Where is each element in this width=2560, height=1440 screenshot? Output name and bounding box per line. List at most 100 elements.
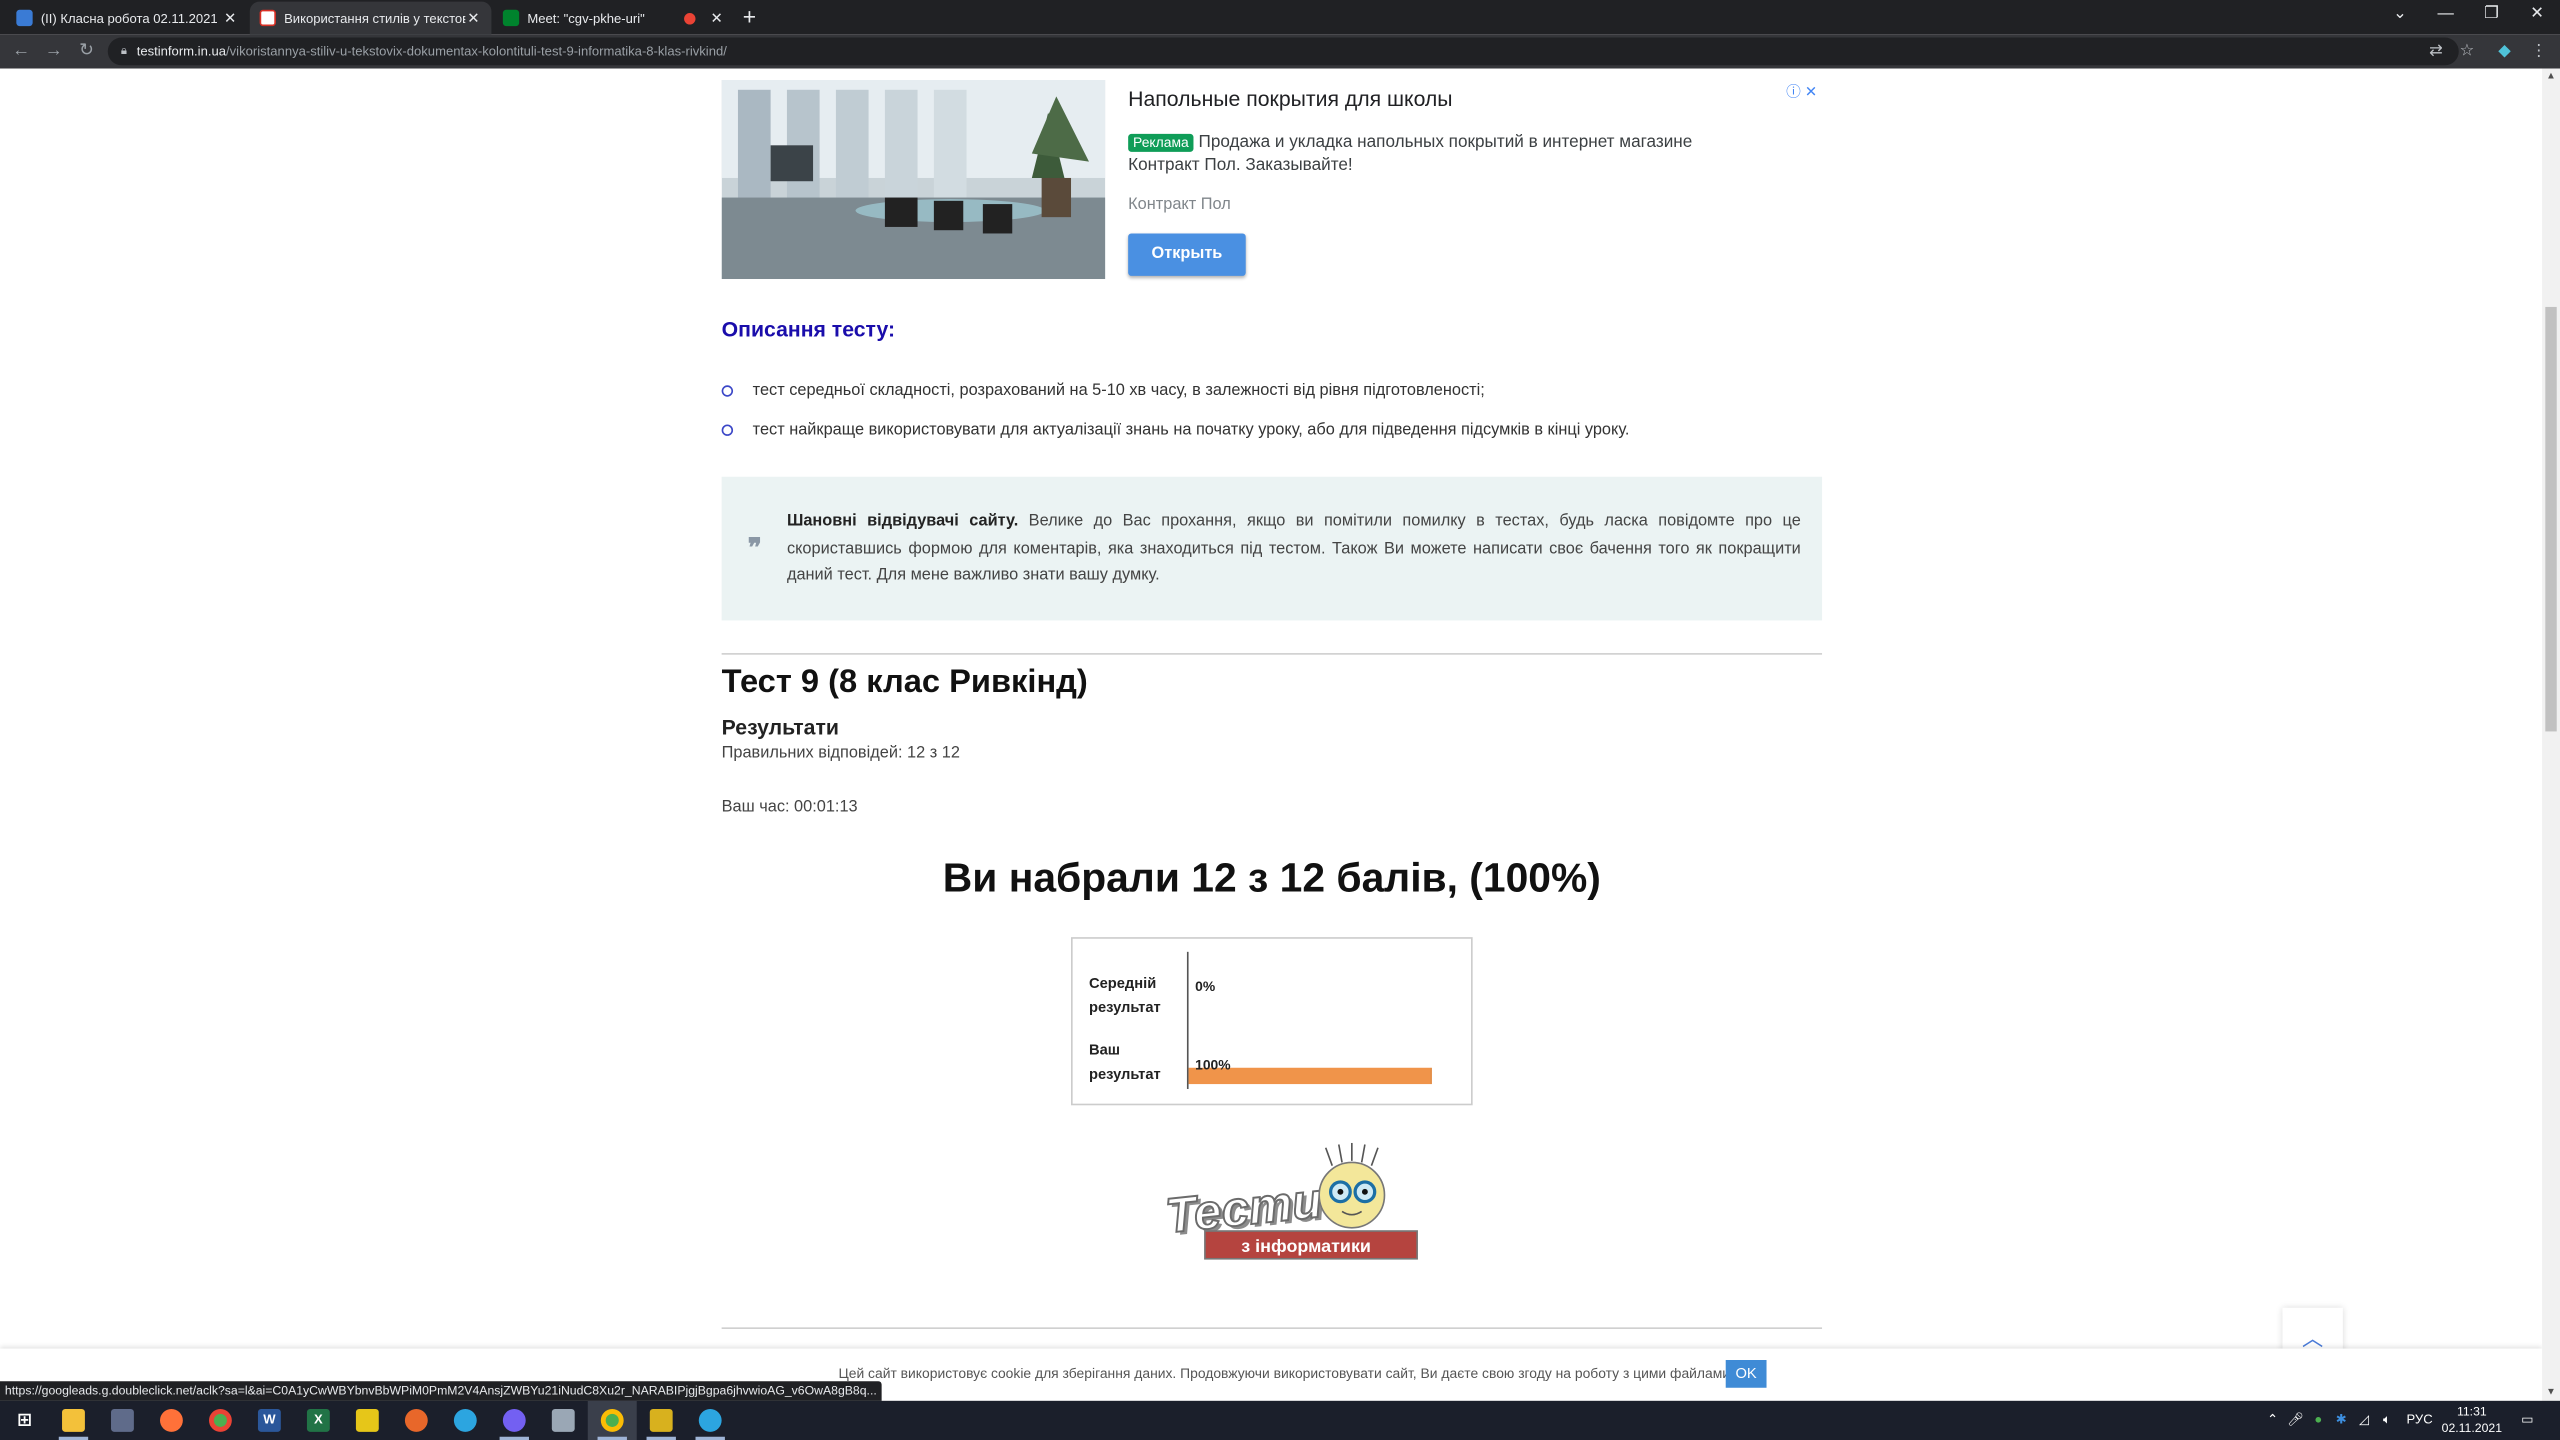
translate-icon[interactable]: ⇄: [2423, 38, 2449, 66]
quote-icon: ❞: [747, 532, 762, 564]
reload-icon[interactable]: ↻: [72, 38, 101, 66]
list-item-text: тест найкраще використовувати для актуал…: [752, 421, 1630, 440]
chart-category-label: Середній результат: [1088, 974, 1161, 1015]
forward-icon[interactable]: →: [39, 38, 68, 66]
viber-icon: [502, 1408, 526, 1432]
close-window-button[interactable]: ✕: [2521, 2, 2554, 28]
results-label: Результати: [721, 715, 839, 740]
chrome-icon: [208, 1408, 232, 1432]
taskbar-excel[interactable]: X: [294, 1401, 343, 1440]
tray-expand-icon[interactable]: ⌃: [2263, 1401, 2283, 1440]
chart-data-label: 0%: [1195, 977, 1216, 995]
app-icon: [404, 1408, 428, 1432]
browser-tab-meet[interactable]: Meet: "cgv-pkhe-uri" ✕: [493, 2, 735, 35]
excel-icon: X: [306, 1408, 330, 1432]
browser-tab-testinform[interactable]: Використання стилів у текстових ✕: [249, 1, 492, 35]
divider: [721, 1327, 1823, 1329]
adchoices-icon[interactable]: ⓘ ✕: [1786, 80, 1817, 101]
extension-icon[interactable]: ◆: [2491, 38, 2517, 66]
time-taken: Ваш час: 00:01:13: [721, 798, 858, 817]
windows-logo-icon: ⊞: [16, 1410, 33, 1431]
browser-tab-classroom[interactable]: (II) Класна робота 02.11.2021 ✕: [7, 2, 249, 35]
windows-taskbar: ⊞ W X ⌃ 🎤︎ ● ✱ ◿ 🔈︎ РУС 11:31 02.11.2021…: [0, 1400, 2560, 1440]
network-icon[interactable]: ◿: [2354, 1401, 2374, 1440]
disk-icon: [111, 1408, 134, 1432]
taskbar-explorer[interactable]: [49, 1401, 98, 1440]
ad-open-button[interactable]: Открыть: [1128, 233, 1246, 276]
lock-icon: 🔒︎: [120, 44, 127, 57]
app-icon: [649, 1408, 673, 1432]
notice-text: Шановні відвідувачі сайту. Велике до Вас…: [787, 509, 1801, 590]
volume-icon[interactable]: 🔈︎: [2377, 1401, 2397, 1440]
close-tab-icon[interactable]: ✕: [222, 9, 238, 27]
microphone-icon[interactable]: 🎤︎: [2286, 1401, 2306, 1440]
results-chart: Середній результат 0% Ваш результат 100%: [1071, 937, 1473, 1106]
correct-answers: Правильних відповідей: 12 з 12: [721, 744, 960, 763]
telegram-icon: [698, 1408, 722, 1432]
bluetooth-icon[interactable]: ✱: [2331, 1401, 2351, 1440]
taskbar-chrome-active[interactable]: [587, 1400, 637, 1440]
tab-title: Використання стилів у текстових: [284, 10, 466, 26]
list-item: тест найкраще використовувати для актуал…: [721, 418, 1865, 457]
new-tab-button[interactable]: +: [738, 3, 761, 29]
app-icon: [551, 1408, 575, 1432]
tab-search-icon[interactable]: ⌄: [2384, 2, 2417, 28]
taskbar-chrome-pinned[interactable]: [196, 1401, 245, 1440]
firefox-icon: [160, 1408, 183, 1432]
taskbar-viber[interactable]: [490, 1401, 539, 1440]
bookmark-star-icon[interactable]: ☆: [2454, 38, 2480, 66]
taskbar-telegram-2[interactable]: [686, 1401, 735, 1440]
list-item-text: тест середньої складності, розрахований …: [752, 382, 1485, 400]
restore-button[interactable]: ❐: [2475, 2, 2508, 28]
page-scrollbar[interactable]: ▲ ▼: [2542, 68, 2560, 1401]
start-button[interactable]: ⊞: [0, 1401, 49, 1440]
language-indicator[interactable]: РУС: [2403, 1401, 2436, 1440]
taskbar-app-disk[interactable]: [98, 1401, 147, 1440]
clock[interactable]: 11:31 02.11.2021: [2439, 1404, 2504, 1437]
taskbar-app-orange[interactable]: [392, 1401, 441, 1440]
ad-image[interactable]: [721, 80, 1106, 280]
menu-kebab-icon[interactable]: ⋮: [2526, 38, 2552, 66]
divider: [721, 653, 1823, 655]
url-path: /vikoristannya-stiliv-u-tekstovix-dokume…: [226, 44, 727, 59]
ad-text: Реклама Продажа и укладка напольных покры…: [1128, 131, 1765, 177]
taskbar-telegram[interactable]: [441, 1401, 490, 1440]
word-icon: W: [257, 1408, 281, 1432]
list-item: тест середньої складності, розрахований …: [721, 379, 1865, 418]
back-icon[interactable]: ←: [7, 38, 36, 66]
address-bar[interactable]: 🔒︎ testinform.in.ua/vikoristannya-stiliv…: [107, 37, 2459, 66]
taskbar-app-yellow-2[interactable]: [637, 1401, 686, 1440]
ad-badge: Реклама: [1128, 133, 1194, 152]
ad-description: Продажа и укладка напольных покрытий в и…: [1128, 132, 1693, 175]
clock-date: 02.11.2021: [2441, 1420, 2503, 1436]
ad-company[interactable]: Контракт Пол: [1128, 196, 1231, 214]
recording-indicator-icon: [684, 12, 696, 24]
tab-title: (II) Класна робота 02.11.2021: [40, 10, 218, 26]
cookie-text: Цей сайт використовує cookie для зберіга…: [838, 1364, 1734, 1382]
close-tab-icon[interactable]: ✕: [465, 9, 481, 27]
notifications-icon[interactable]: ▭: [2514, 1401, 2540, 1440]
testinform-favicon-icon: [259, 9, 276, 27]
meet-favicon-icon: [502, 9, 520, 27]
bullet-circle-icon: [721, 385, 734, 397]
folder-icon: [62, 1408, 85, 1432]
taskbar-firefox[interactable]: [147, 1401, 196, 1440]
ad-title[interactable]: Напольные покрытия для школы: [1128, 87, 1452, 111]
scrollbar-thumb[interactable]: [2545, 306, 2557, 732]
chart-category-label: Ваш результат: [1088, 1041, 1161, 1082]
taskbar-word[interactable]: W: [245, 1401, 294, 1440]
chrome-icon: [600, 1408, 624, 1432]
close-tab-icon[interactable]: ✕: [709, 9, 725, 27]
taskbar-app-grey[interactable]: [539, 1401, 588, 1440]
site-logo[interactable]: Тести Тести з інформатики: [1162, 1142, 1423, 1270]
cookie-ok-button[interactable]: OK: [1725, 1360, 1767, 1388]
scroll-up-arrow-icon[interactable]: ▲: [2542, 69, 2560, 85]
url-host: testinform.in.ua: [136, 44, 227, 59]
notice-block: ❞ Шановні відвідувачі сайту. Велике до В…: [721, 476, 1823, 621]
tray-app-icon[interactable]: ●: [2309, 1401, 2329, 1440]
test-title: Тест 9 (8 клас Ривкінд): [721, 664, 1088, 701]
taskbar-app-yellow[interactable]: [343, 1401, 392, 1440]
score-heading: Ви набрали 12 з 12 балів, (100%): [942, 855, 1601, 902]
minimize-button[interactable]: —: [2429, 2, 2462, 28]
scroll-down-arrow-icon[interactable]: ▼: [2542, 1384, 2560, 1400]
